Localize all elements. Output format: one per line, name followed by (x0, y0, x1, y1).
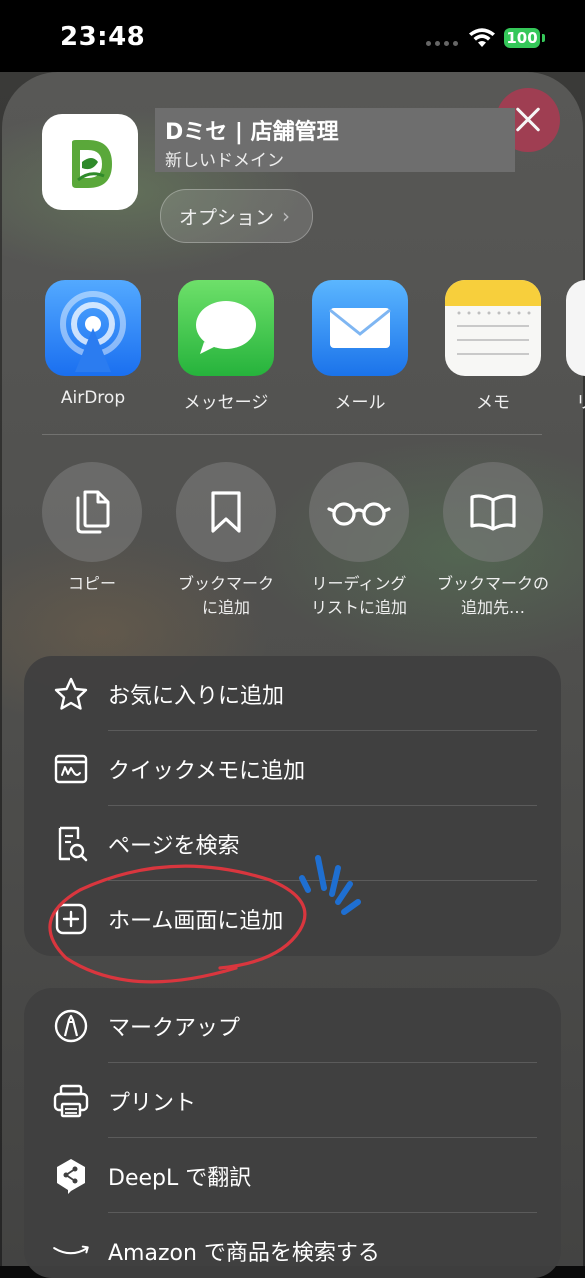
menu-item-find-on-page[interactable]: ページを検索 (24, 806, 561, 881)
app-info-box: Dミセ | 店舗管理 新しいドメイン (155, 108, 515, 172)
wifi-icon (469, 28, 495, 47)
options-button[interactable]: オプション › (160, 189, 314, 243)
divider (42, 434, 542, 435)
airdrop-icon (45, 280, 141, 376)
action-label: ブックマーク に追加 (177, 574, 274, 617)
share-target-label: リ (576, 393, 585, 413)
app-subtitle: 新しいドメイン (165, 151, 284, 171)
action-reading-list[interactable]: リーディング リストに追加 (294, 462, 424, 620)
printer-icon (52, 1082, 90, 1120)
menu-group-primary: お気に入りに追加 クイックメモに追加 ページを検索 ホーム画面に追加 (24, 656, 561, 956)
share-target-mail[interactable]: メール (300, 280, 420, 413)
chevron-right-icon: › (282, 204, 291, 228)
action-label: コピー (67, 574, 116, 593)
share-target-label: メッセージ (183, 393, 269, 413)
menu-item-add-to-home-screen[interactable]: ホーム画面に追加 (24, 881, 561, 956)
action-copy[interactable]: コピー (27, 462, 157, 596)
battery-indicator: 100 (504, 28, 545, 48)
menu-item-print[interactable]: プリント (24, 1063, 561, 1138)
menu-item-markup[interactable]: マークアップ (24, 988, 561, 1063)
share-target-label: AirDrop (60, 388, 126, 408)
share-target-messages[interactable]: メッセージ (166, 280, 286, 413)
share-target-label: メール (334, 393, 386, 413)
menu-item-label: マークアップ (108, 1015, 241, 1041)
menu-item-label: DeepL で翻訳 (108, 1165, 252, 1191)
action-bookmark-to[interactable]: ブックマークの 追加先… (428, 462, 558, 620)
reading-glasses-icon (309, 462, 409, 562)
markup-icon (52, 1007, 90, 1045)
find-page-icon (52, 825, 90, 863)
menu-item-label: クイックメモに追加 (108, 758, 306, 784)
cellular-signal-icon (426, 41, 458, 46)
star-icon (52, 675, 90, 713)
options-label: オプション (179, 206, 275, 229)
quick-note-icon (52, 750, 90, 788)
copy-icon (42, 462, 142, 562)
mail-icon (312, 280, 408, 376)
share-target-airdrop[interactable]: AirDrop (33, 280, 153, 408)
share-target-label: メモ (476, 393, 510, 413)
reminders-icon (566, 280, 585, 376)
book-icon (443, 462, 543, 562)
menu-item-label: プリント (108, 1090, 197, 1116)
menu-item-quick-note[interactable]: クイックメモに追加 (24, 731, 561, 806)
menu-group-extensions: マークアップ プリント DeepL で翻訳 Amazon で商品を検索する (24, 988, 561, 1278)
menu-item-label: Amazon で商品を検索する (108, 1240, 380, 1266)
notes-icon (445, 280, 541, 376)
menu-item-amazon-search[interactable]: Amazon で商品を検索する (24, 1213, 561, 1278)
amazon-icon (52, 1232, 90, 1270)
bookmark-icon (176, 462, 276, 562)
share-targets-row: AirDrop メッセージ メール メモ リ (0, 280, 585, 420)
add-square-icon (52, 900, 90, 938)
messages-icon (178, 280, 274, 376)
app-icon (42, 114, 138, 210)
action-add-bookmark[interactable]: ブックマーク に追加 (161, 462, 291, 620)
status-bar: 23:48 100 (0, 0, 585, 72)
menu-item-label: ホーム画面に追加 (108, 908, 284, 934)
share-target-reminders[interactable]: リ (566, 280, 585, 413)
status-time: 23:48 (60, 22, 146, 52)
menu-item-deepl-translate[interactable]: DeepL で翻訳 (24, 1138, 561, 1213)
deepl-icon (52, 1157, 90, 1195)
action-label: リーディング リストに追加 (310, 574, 407, 617)
dmise-logo-icon (72, 140, 112, 188)
menu-item-label: ページを検索 (108, 833, 240, 859)
app-title: Dミセ | 店舗管理 (165, 120, 339, 145)
menu-item-label: お気に入りに追加 (108, 683, 285, 709)
share-target-notes[interactable]: メモ (433, 280, 553, 413)
menu-item-add-favorite[interactable]: お気に入りに追加 (24, 656, 561, 731)
action-label: ブックマークの 追加先… (436, 574, 549, 617)
